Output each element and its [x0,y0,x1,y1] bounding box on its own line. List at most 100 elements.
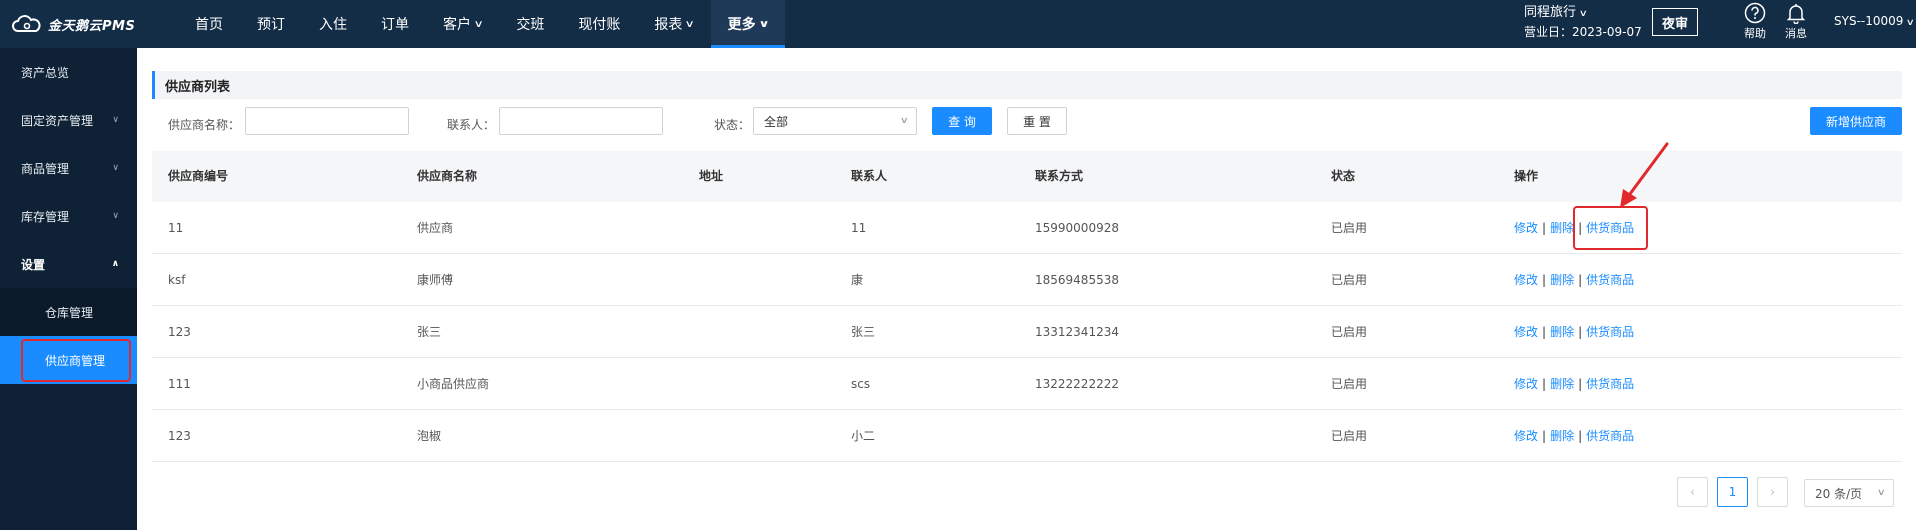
nav-booking[interactable]: 预订 [240,0,302,48]
sidebar-item-fixed-assets[interactable]: 固定资产管理 ∨ [0,96,137,144]
chevron-down-icon: ∨ [758,18,770,30]
edit-link[interactable]: 修改 [1514,221,1538,235]
col-name: 供应商名称 [417,169,478,183]
help-button[interactable]: 帮助 [1737,2,1773,41]
sidebar-item-inventory[interactable]: 库存管理 ∨ [0,192,137,240]
nav-home[interactable]: 首页 [178,0,240,48]
status-select-value: 全部 [764,114,789,129]
status-label: 状态： [714,118,751,132]
user-menu[interactable]: SYS--10009 ∨ [1834,14,1915,28]
highlight-box [1573,206,1648,250]
chevron-down-icon: ∨ [112,163,119,173]
nav-shift[interactable]: 交班 [499,0,561,48]
supply-products-link[interactable]: 供货商品 [1586,377,1634,391]
cell-phone: 15990000928 [1035,221,1119,235]
sidebar-item-settings[interactable]: 设置 ∧ [0,240,137,288]
add-supplier-button[interactable]: 新增供应商 [1810,107,1902,135]
brand-logo[interactable]: 金天鹅云PMS [12,12,135,36]
separator: | [1542,377,1547,391]
query-button[interactable]: 查 询 [932,107,992,135]
col-actions: 操作 [1514,169,1539,183]
nav-orders-label: 订单 [381,17,409,33]
nav-customers[interactable]: 客户 ∨ [426,0,499,48]
col-address: 地址 [699,169,724,183]
page-size-select[interactable]: 20 条/页 ∨ [1804,479,1894,507]
edit-link[interactable]: 修改 [1514,325,1538,339]
nav-more[interactable]: 更多 ∨ [710,0,785,48]
reset-button[interactable]: 重 置 [1007,107,1067,135]
nav-checkin-label: 入住 [319,17,347,33]
sidebar-item-label: 库存管理 [21,209,70,224]
sidebar-item-warehouse[interactable]: 仓库管理 [0,288,137,336]
supply-products-link[interactable]: 供货商品 [1586,325,1634,339]
delete-link[interactable]: 删除 [1550,429,1574,443]
help-icon [1744,2,1766,24]
highlight-box [21,339,131,382]
cell-actions: 修改 | 删除 | 供货商品 [1514,410,1634,462]
cell-code: 123 [168,429,191,443]
messages-label: 消息 [1785,27,1807,40]
chevron-down-icon: ∨ [473,18,484,30]
cell-contact: scs [851,377,871,391]
supply-products-link[interactable]: 供货商品 [1586,429,1634,443]
supplier-name-input[interactable] [245,107,409,135]
contact-input[interactable] [499,107,663,135]
cell-status: 已启用 [1331,325,1368,339]
prev-page-button[interactable]: ‹ [1677,477,1708,507]
cell-code: 11 [168,221,184,235]
cell-name: 泡椒 [417,429,442,443]
sidebar-item-products[interactable]: 商品管理 ∨ [0,144,137,192]
sidebar-item-asset-overview[interactable]: 资产总览 [0,48,137,96]
delete-link[interactable]: 删除 [1550,377,1574,391]
separator: | [1578,377,1583,391]
annotation-arrow-icon [1620,142,1669,208]
cell-contact: 11 [851,221,867,235]
status-select[interactable]: 全部 ∨ [753,107,917,135]
page-title: 供应商列表 [152,71,1902,99]
separator: | [1578,429,1583,443]
edit-link[interactable]: 修改 [1514,377,1538,391]
table-row: 111 小商品供应商 scs 13222222222 已启用 修改 | 删除 | 供货商… [152,358,1902,410]
cell-code: ksf [168,273,186,287]
sidebar-item-label: 商品管理 [21,161,70,176]
supply-products-link[interactable]: 供货商品 [1586,273,1634,287]
sidebar-item-label: 资产总览 [21,65,70,80]
delete-link[interactable]: 删除 [1550,325,1574,339]
sidebar-item-label: 设置 [21,257,46,272]
chevron-down-icon: ∨ [112,211,119,221]
page-size-value: 20 条/页 [1815,486,1863,501]
supplier-name-label: 供应商名称： [168,118,241,132]
cell-phone: 18569485538 [1035,273,1119,287]
cell-status: 已启用 [1331,377,1368,391]
cell-name: 张三 [417,325,442,339]
nav-shift-label: 交班 [516,17,545,33]
sidebar-item-label: 仓库管理 [45,305,94,320]
cell-phone: 13312341234 [1035,325,1119,339]
cell-status: 已启用 [1331,429,1368,443]
brand-name: 金天鹅云PMS [48,18,136,34]
separator: | [1578,325,1583,339]
nav-cash-account[interactable]: 现付账 [561,0,637,48]
nav-reports[interactable]: 报表 ∨ [637,0,710,48]
cell-status: 已启用 [1331,273,1368,287]
delete-link[interactable]: 删除 [1550,221,1574,235]
nav-home-label: 首页 [195,17,223,33]
cell-code: 123 [168,325,191,339]
main-nav: 首页 预订 入住 订单 客户 ∨ 交班 现付账 报表 ∨ 更多 ∨ [178,0,785,48]
cell-name: 小商品供应商 [417,377,490,391]
sidebar-item-label: 固定资产管理 [21,113,94,128]
messages-button[interactable]: 消息 [1778,2,1814,41]
edit-link[interactable]: 修改 [1514,429,1538,443]
chevron-down-icon: ∨ [1578,9,1589,19]
nav-reports-label: 报表 [654,17,683,33]
edit-link[interactable]: 修改 [1514,273,1538,287]
separator: | [1542,325,1547,339]
next-page-button[interactable]: › [1757,477,1788,507]
user-name: SYS--10009 [1834,14,1904,28]
night-audit-button[interactable]: 夜审 [1652,8,1698,36]
nav-orders[interactable]: 订单 [364,0,426,48]
page-1-button[interactable]: 1 [1717,477,1748,507]
nav-checkin[interactable]: 入住 [302,0,364,48]
delete-link[interactable]: 删除 [1550,273,1574,287]
hotel-switcher[interactable]: 同程旅行 ∨ 营业日：2023-09-07 [1524,4,1642,41]
